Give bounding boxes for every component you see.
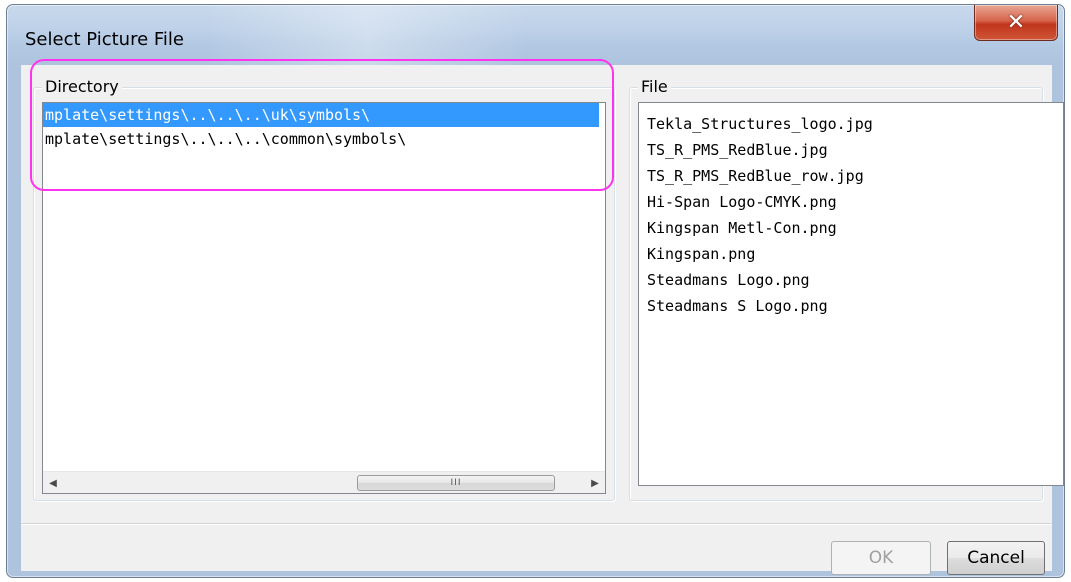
file-item[interactable]: Steadmans S Logo.png [639, 293, 1063, 319]
button-separator [21, 523, 1052, 525]
file-item[interactable]: Hi-Span Logo-CMYK.png [639, 189, 1063, 215]
window-title: Select Picture File [25, 29, 184, 50]
cancel-button[interactable]: Cancel [947, 541, 1045, 575]
ok-button[interactable]: OK [831, 541, 931, 575]
file-item[interactable]: Kingspan Metl-Con.png [639, 215, 1063, 241]
directory-item-uk-symbols[interactable]: mplate\settings\..\..\..\uk\symbols\ [43, 103, 599, 127]
directory-label: Directory [42, 77, 122, 97]
scroll-thumb[interactable]: III [357, 475, 555, 491]
file-label: File [638, 77, 671, 97]
titlebar-glare [207, 5, 527, 65]
file-listbox[interactable]: Tekla_Structures_logo.jpg TS_R_PMS_RedBl… [638, 102, 1064, 486]
directory-group: Directory mplate\settings\..\..\..\uk\sy… [33, 77, 615, 501]
file-item[interactable]: Kingspan.png [639, 241, 1063, 267]
close-icon: ✕ [1006, 9, 1026, 35]
scroll-right-arrow-icon[interactable]: ▶ [587, 475, 603, 491]
file-item[interactable]: Tekla_Structures_logo.jpg [639, 111, 1063, 137]
file-item[interactable]: Steadmans Logo.png [639, 267, 1063, 293]
scroll-left-arrow-icon[interactable]: ◀ [45, 475, 61, 491]
file-group: File Tekla_Structures_logo.jpg TS_R_PMS_… [629, 77, 1064, 501]
dialog-client-area: Directory mplate\settings\..\..\..\uk\sy… [21, 65, 1064, 575]
file-item[interactable]: TS_R_PMS_RedBlue_row.jpg [639, 163, 1063, 189]
file-item[interactable]: TS_R_PMS_RedBlue.jpg [639, 137, 1063, 163]
directory-horizontal-scrollbar[interactable]: ◀ III ▶ [43, 471, 605, 493]
close-button[interactable]: ✕ [974, 5, 1058, 41]
scroll-thumb-grip-icon: III [450, 478, 462, 488]
directory-item-common-symbols[interactable]: mplate\settings\..\..\..\common\symbols\ [43, 127, 605, 151]
dialog-window: Select Picture File ✕ Directory mplate\s… [6, 4, 1065, 578]
directory-listbox[interactable]: mplate\settings\..\..\..\uk\symbols\ mpl… [42, 102, 606, 494]
